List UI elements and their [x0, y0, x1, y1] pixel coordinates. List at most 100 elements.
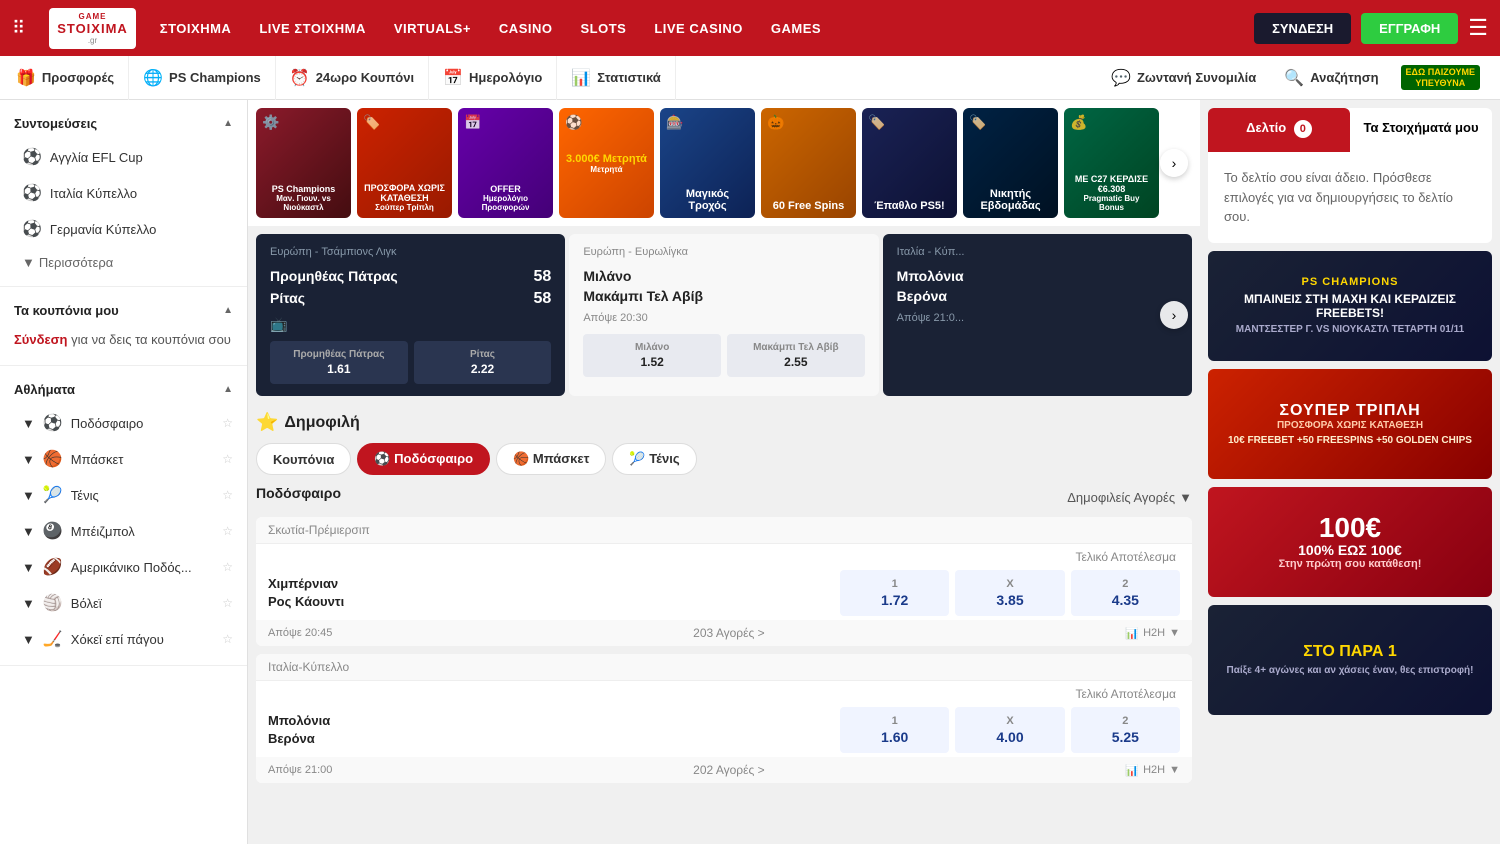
- sport-american-football[interactable]: ▼ 🏈 Αμερικάνικο Ποδός... ☆: [0, 549, 247, 585]
- login-button[interactable]: ΣΥΝΔΕΣΗ: [1254, 13, 1351, 44]
- nav-item-offers[interactable]: 🎁 Προσφορές: [12, 56, 129, 100]
- shortcut-england-efl[interactable]: ⚽ Αγγλία EFL Cup: [0, 139, 247, 175]
- nav-games[interactable]: GAMES: [771, 21, 821, 36]
- more-label: Περισσότερα: [39, 255, 113, 270]
- more-markets-1[interactable]: 202 Αγορές >: [693, 763, 764, 777]
- nav-item-calendar[interactable]: 📅 Ημερολόγιο: [429, 56, 557, 100]
- nav-live-stoixima[interactable]: LIVE ΣΤΟΙΧΗΜΑ: [259, 21, 366, 36]
- more-shortcuts[interactable]: ▼ Περισσότερα: [0, 247, 247, 278]
- chevron-down-icon: ▼: [22, 255, 35, 270]
- h2h-btn-1[interactable]: 📊 H2H ▼: [1125, 764, 1180, 777]
- promo-card-1[interactable]: 🏷️ ΠΡΟΣΦΟΡΑ ΧΩΡΙΣ ΚΑΤΑΘΕΣΗ Σούπερ Τρίπλη: [357, 108, 452, 218]
- grid-icon[interactable]: ⠿: [12, 18, 25, 39]
- live-team2-name-0: Ρίτας: [270, 290, 305, 308]
- nav-casino[interactable]: CASINO: [499, 21, 553, 36]
- popular-tab-basketball[interactable]: 🏀 Μπάσκετ: [496, 443, 606, 475]
- odd-2-match-0[interactable]: 2 4.35: [1071, 570, 1180, 616]
- promo-card-3[interactable]: ⚽ 3.000€ Μετρητά Μετρητά: [559, 108, 654, 218]
- odd-x-label-1: X: [959, 715, 1060, 727]
- chevron-down-hockey-icon: ▼: [22, 632, 35, 647]
- betslip-tab-active[interactable]: Δελτίο 0: [1208, 108, 1350, 152]
- nav-virtuals[interactable]: VIRTUALS+: [394, 21, 471, 36]
- promo-banner-3[interactable]: ΣΤΟ ΠΑΡΑ 1 Παίξε 4+ αγώνες και αν χάσεις…: [1208, 605, 1492, 715]
- carousel-next-arrow[interactable]: ›: [1160, 149, 1188, 177]
- sports-header[interactable]: Αθλήματα ▲: [0, 374, 247, 405]
- chart-icon-1: 📊: [1125, 764, 1139, 777]
- popular-tab-soccer[interactable]: ⚽ Ποδόσφαιρο: [357, 443, 490, 475]
- odd-btn-team2-0[interactable]: Ρίτας 2.22: [414, 341, 552, 384]
- fav-am-football-icon[interactable]: ☆: [222, 560, 233, 574]
- clock-icon: ⏰: [290, 68, 310, 88]
- fav-tennis-icon[interactable]: ☆: [222, 488, 233, 502]
- nav-search[interactable]: 🔍 Αναζήτηση: [1270, 56, 1392, 100]
- search-icon: 🔍: [1284, 68, 1304, 88]
- odd-1-match-1[interactable]: 1 1.60: [840, 707, 949, 753]
- banner-title-1: ΣΟΥΠΕΡ ΤΡΙΠΛΗ: [1279, 402, 1420, 420]
- banner-big-text-2: 100€: [1319, 514, 1381, 542]
- nav-slots[interactable]: SLOTS: [580, 21, 626, 36]
- live-teams-2: Μπολόνια Βερόνα: [897, 266, 1178, 306]
- promo-card-2[interactable]: 📅 OFFER Ημερολόγιο Προσφορών: [458, 108, 553, 218]
- promo-title-6: Έπαθλο PS5!: [874, 200, 944, 212]
- shortcuts-header[interactable]: Συντομεύσεις ▲: [0, 108, 247, 139]
- nav-stoixima[interactable]: ΣΤΟΙΧΗΜΑ: [160, 21, 232, 36]
- fav-baseball-icon[interactable]: ☆: [222, 524, 233, 538]
- shortcut-italy-cup[interactable]: ⚽ Ιταλία Κύπελλο: [0, 175, 247, 211]
- odd-btn-team1-1[interactable]: Μιλάνο 1.52: [583, 334, 721, 377]
- nav-live-chat[interactable]: 💬 Ζωντανή Συνομιλία: [1097, 56, 1270, 100]
- more-markets-0[interactable]: 203 Αγορές >: [693, 626, 764, 640]
- odd-x-match-1[interactable]: X 4.00: [955, 707, 1064, 753]
- sport-volleyball[interactable]: ▼ 🏐 Βόλεϊ ☆: [0, 585, 247, 621]
- nav-live-casino[interactable]: LIVE CASINO: [654, 21, 743, 36]
- promo-icon-7: 🏷️: [969, 114, 986, 131]
- sport-baseball[interactable]: ▼ 🎱 Μπέιζμπολ ☆: [0, 513, 247, 549]
- promo-card-4[interactable]: 🎰 Μαγικός Τροχός: [660, 108, 755, 218]
- my-bets-tab[interactable]: Τα Στοιχήματά μου: [1350, 108, 1492, 152]
- promo-banner-2[interactable]: 100€ 100% ΕΩΣ 100€ Στην πρώτη σου κατάθε…: [1208, 487, 1492, 597]
- nav-chat-label: Ζωντανή Συνομιλία: [1137, 70, 1256, 85]
- sport-soccer[interactable]: ▼ ⚽ Ποδόσφαιρο ☆: [0, 405, 247, 441]
- shortcut-germany-cup[interactable]: ⚽ Γερμανία Κύπελλο: [0, 211, 247, 247]
- fav-hockey-icon[interactable]: ☆: [222, 632, 233, 646]
- h2h-btn-0[interactable]: 📊 H2H ▼: [1125, 627, 1180, 640]
- promo-banner-1[interactable]: ΣΟΥΠΕΡ ΤΡΙΠΛΗ ΠΡΟΣΦΟΡΑ ΧΩΡΙΣ ΚΑΤΑΘΕΣΗ 10…: [1208, 369, 1492, 479]
- sport-ice-hockey[interactable]: ▼ 🏒 Χόκεϊ επί πάγου ☆: [0, 621, 247, 657]
- nav-item-stats[interactable]: 📊 Στατιστικά: [557, 56, 675, 100]
- promo-banner-0[interactable]: PS CHAMPIONS ΜΠΑΙΝΕΙΣ ΣΤΗ ΜΑΧΗ ΚΑΙ ΚΕΡΔΙ…: [1208, 251, 1492, 361]
- odd-2-match-1[interactable]: 2 5.25: [1071, 707, 1180, 753]
- sport-tennis[interactable]: ▼ 🎾 Τένις ☆: [0, 477, 247, 513]
- chevron-up-icon: ▲: [223, 118, 233, 129]
- hockey-sport-icon: 🏒: [43, 629, 63, 649]
- odd-1-match-0[interactable]: 1 1.72: [840, 570, 949, 616]
- odd-val1-0: 1.61: [327, 362, 350, 376]
- login-link[interactable]: Σύνδεση: [14, 332, 68, 347]
- popular-tab-tennis[interactable]: 🎾 Τένις: [612, 443, 696, 475]
- banner-title-0: ΜΠΑΙΝΕΙΣ ΣΤΗ ΜΑΧΗ ΚΑΙ ΚΕΡΔΙΖΕΙΣ FREEBETS…: [1218, 292, 1482, 320]
- star-icon: ⭐: [256, 412, 278, 433]
- coupons-header[interactable]: Τα κουπόνια μου ▲: [0, 295, 247, 326]
- odd-2-val-1: 5.25: [1112, 729, 1139, 745]
- fav-volleyball-icon[interactable]: ☆: [222, 596, 233, 610]
- sport-basketball[interactable]: ▼ 🏀 Μπάσκετ ☆: [0, 441, 247, 477]
- odd-btn-team1-0[interactable]: Προμηθέας Πάτρας 1.61: [270, 341, 408, 384]
- fav-soccer-icon[interactable]: ☆: [222, 416, 233, 430]
- promo-card-0[interactable]: ⚙️ PS Champions Μαν. Γιουν. vs Νιούκαστλ: [256, 108, 351, 218]
- popular-tab-coupons[interactable]: Κουπόνια: [256, 443, 351, 475]
- promo-card-6[interactable]: 🏷️ Έπαθλο PS5!: [862, 108, 957, 218]
- nav-item-ps-champions[interactable]: 🌐 PS Champions: [129, 56, 276, 100]
- promo-card-5[interactable]: 🎃 60 Free Spins: [761, 108, 856, 218]
- live-matches-next-arrow[interactable]: ›: [1160, 301, 1188, 329]
- odd-btn-team2-1[interactable]: Μακάμπι Τελ Αβίβ 2.55: [727, 334, 865, 377]
- promo-card-8[interactable]: 💰 ΜΕ C27 ΚΕΡΔΙΣΕ €6.308 Pragmatic Buy Bo…: [1064, 108, 1159, 218]
- nav-item-24h-coupon[interactable]: ⏰ 24ωρο Κουπόνι: [276, 56, 429, 100]
- live-score1-0: 58: [534, 268, 552, 286]
- chat-icon: 💬: [1111, 68, 1131, 88]
- register-button[interactable]: ΕΓΓΡΑΦΗ: [1361, 13, 1458, 44]
- logo[interactable]: GAME STOIXIMA .gr: [49, 8, 136, 49]
- promo-card-7[interactable]: 🏷️ Νικητής Εβδομάδας: [963, 108, 1058, 218]
- hamburger-icon[interactable]: ☰: [1468, 15, 1488, 41]
- markets-filter-btn[interactable]: Δημοφιλείς Αγορές ▼: [1067, 490, 1192, 505]
- odd-x-match-0[interactable]: X 3.85: [955, 570, 1064, 616]
- fav-basketball-icon[interactable]: ☆: [222, 452, 233, 466]
- chevron-down-sport-icon: ▼: [22, 416, 35, 431]
